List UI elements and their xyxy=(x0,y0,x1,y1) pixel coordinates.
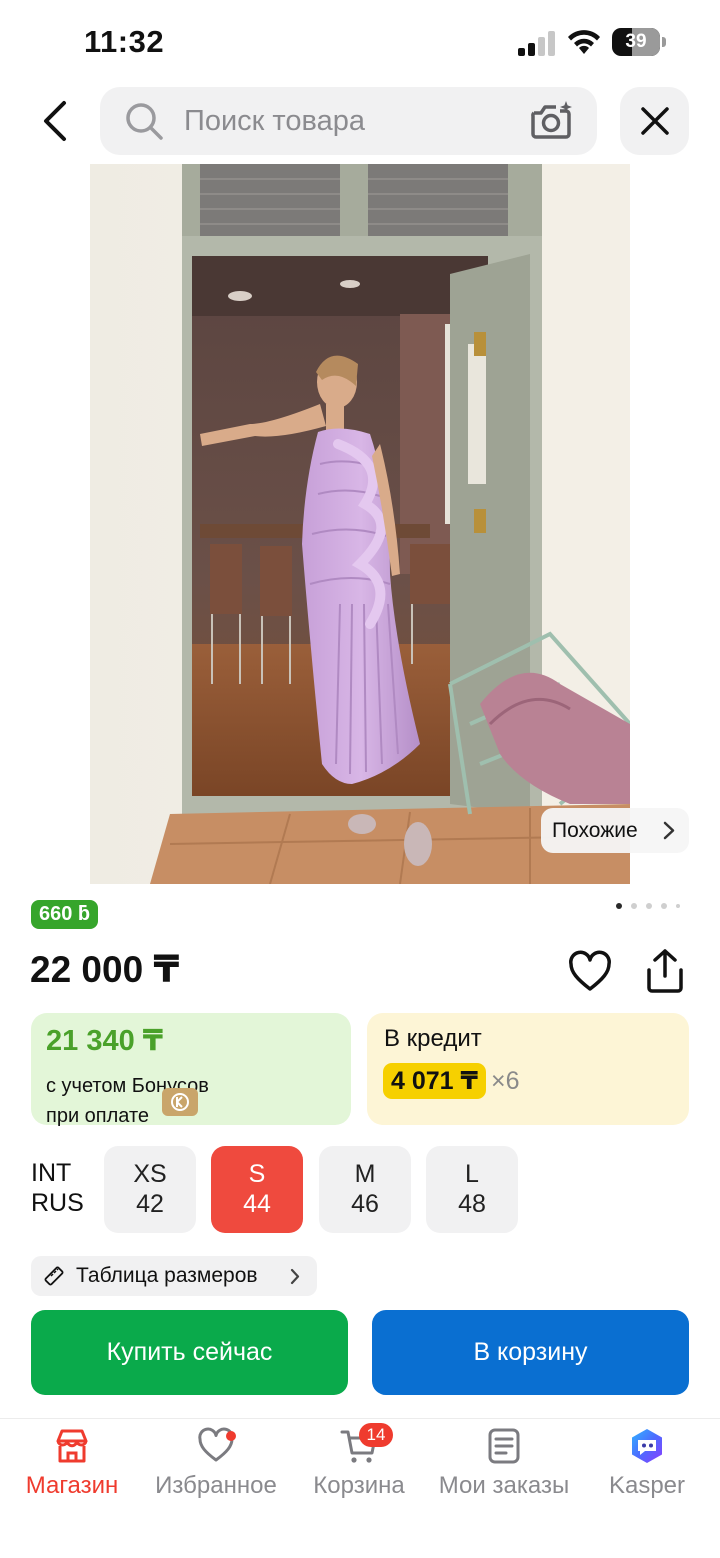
buy-now-button[interactable]: Купить сейчас xyxy=(31,1310,348,1395)
status-time: 11:32 xyxy=(84,24,165,59)
nav-label: Магазин xyxy=(25,1472,119,1499)
pager-dot xyxy=(616,903,622,909)
back-button[interactable] xyxy=(28,92,80,150)
store-icon xyxy=(56,1429,88,1463)
chevron-right-icon xyxy=(663,821,675,840)
search-box[interactable] xyxy=(100,87,597,155)
nav-label: Kasper xyxy=(608,1472,686,1499)
size-rus: 42 xyxy=(136,1190,164,1218)
kaspi-pay-icon xyxy=(162,1088,198,1116)
signal-icon xyxy=(518,30,558,56)
nav-item-favorites[interactable]: Избранное xyxy=(146,1419,286,1519)
size-int: S xyxy=(248,1160,266,1188)
size-int: XS xyxy=(133,1160,167,1188)
pager-dot xyxy=(676,904,680,908)
ruler-icon xyxy=(44,1266,64,1286)
close-button[interactable] xyxy=(620,87,689,155)
pager-dot xyxy=(646,903,652,909)
size-rus: 48 xyxy=(458,1190,486,1218)
size-int: M xyxy=(354,1160,376,1188)
product-photo xyxy=(90,164,630,884)
size-rus: 44 xyxy=(243,1190,271,1218)
product-image[interactable] xyxy=(90,164,630,884)
bonus-badge: 660 ƃ xyxy=(31,900,99,929)
nav-item-store[interactable]: Магазин xyxy=(10,1419,134,1519)
chevron-right-icon xyxy=(290,1268,300,1285)
credit-title: В кредит xyxy=(384,1025,482,1052)
bonus-payment-note: при оплате xyxy=(46,1105,150,1127)
bonus-price: 21 340 ₸ xyxy=(46,1025,163,1057)
credit-monthly-amount: 4 071 ₸ xyxy=(383,1063,486,1099)
size-table-link[interactable]: Таблица размеров xyxy=(31,1256,317,1296)
heart-icon[interactable] xyxy=(567,950,613,994)
wifi-icon xyxy=(568,30,600,54)
similar-label: Похожие xyxy=(552,818,638,842)
size-option-xs[interactable]: XS 42 xyxy=(104,1146,196,1233)
credit-months: ×6 xyxy=(491,1067,520,1095)
battery-icon: 39 xyxy=(612,28,666,56)
search-input[interactable] xyxy=(184,87,514,155)
battery-level: 39 xyxy=(625,31,647,52)
nav-label: Мои заказы xyxy=(438,1472,570,1499)
size-option-s[interactable]: S 44 xyxy=(211,1146,303,1233)
gallery-pager xyxy=(616,903,682,913)
size-label-int: INT xyxy=(31,1159,72,1187)
size-option-l[interactable]: L 48 xyxy=(426,1146,518,1233)
size-label-rus: RUS xyxy=(31,1189,84,1217)
add-to-cart-button[interactable]: В корзину xyxy=(372,1310,689,1395)
size-table-label: Таблица размеров xyxy=(76,1264,258,1287)
size-option-m[interactable]: M 46 xyxy=(319,1146,411,1233)
close-icon xyxy=(640,107,669,135)
product-price: 22 000 ₸ xyxy=(30,949,180,990)
similar-button[interactable]: Похожие xyxy=(541,808,689,853)
pager-dot xyxy=(661,903,667,909)
nav-item-kasper[interactable]: Kasper xyxy=(596,1419,698,1519)
camera-search-icon[interactable] xyxy=(528,99,574,143)
size-int: L xyxy=(465,1160,479,1188)
search-icon xyxy=(126,103,163,140)
cart-count-badge: 14 xyxy=(359,1423,393,1447)
nav-item-orders[interactable]: Мои заказы xyxy=(432,1419,576,1519)
size-system-labels: INT RUS xyxy=(31,1158,84,1218)
status-bar: 11:32 39 xyxy=(0,0,720,84)
credit-card[interactable]: В кредит 4 071 ₸ ×6 xyxy=(367,1013,689,1125)
nav-label: Избранное xyxy=(155,1472,277,1499)
pager-dot xyxy=(631,903,637,909)
nav-label: Корзина xyxy=(313,1472,405,1499)
chevron-left-icon xyxy=(44,101,66,141)
share-icon[interactable] xyxy=(643,948,687,994)
orders-icon xyxy=(488,1428,520,1464)
favorites-notification-dot xyxy=(226,1431,236,1441)
kasper-assistant-icon xyxy=(632,1429,662,1463)
size-rus: 46 xyxy=(351,1190,379,1218)
